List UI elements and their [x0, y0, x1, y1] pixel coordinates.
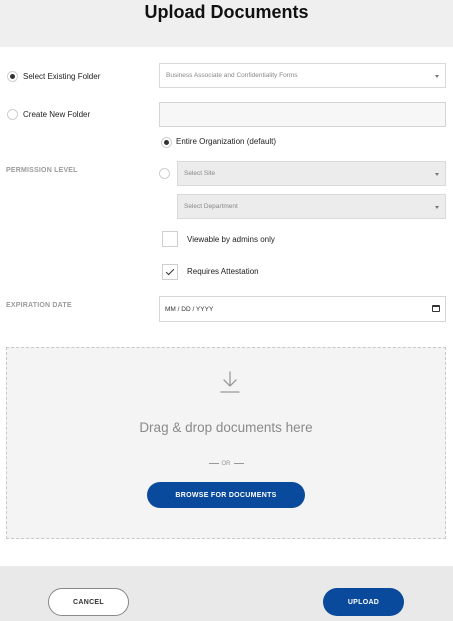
create-new-folder-label: Create New Folder — [23, 110, 91, 119]
entire-organization-label: Entire Organization (default) — [176, 137, 277, 146]
permission-level-heading: PERMISSION LEVEL — [6, 167, 78, 174]
browse-documents-button[interactable]: BROWSE FOR DOCUMENTS — [147, 482, 305, 508]
department-select-placeholder: Select Department — [184, 203, 238, 210]
requires-attestation-checkbox[interactable] — [162, 264, 178, 280]
caret-down-icon — [435, 74, 439, 78]
expiration-date-placeholder: MM / DD / YYYY — [165, 305, 214, 313]
dialog-footer: CANCEL UPLOAD — [0, 566, 453, 621]
or-divider: OR — [7, 461, 445, 467]
upload-button[interactable]: UPLOAD — [323, 588, 404, 616]
site-department-radio[interactable] — [159, 168, 170, 179]
department-select[interactable]: Select Department — [177, 194, 446, 219]
cancel-button[interactable]: CANCEL — [48, 588, 129, 616]
entire-organization-radio[interactable] — [161, 137, 172, 148]
existing-folder-value: Business Associate and Confidentiality F… — [166, 72, 298, 79]
admins-only-checkbox[interactable] — [162, 231, 178, 247]
calendar-icon[interactable] — [432, 305, 440, 312]
caret-down-icon — [435, 205, 439, 209]
admins-only-label: Viewable by admins only — [187, 235, 275, 244]
dialog-header: Upload Documents — [0, 0, 453, 47]
caret-down-icon — [435, 172, 439, 176]
expiration-date-input[interactable]: MM / DD / YYYY — [159, 296, 446, 322]
expiration-date-heading: EXPIRATION DATE — [6, 302, 72, 309]
checkmark-icon — [165, 266, 175, 276]
dialog-title: Upload Documents — [144, 2, 309, 22]
select-existing-folder-radio[interactable] — [7, 71, 18, 82]
existing-folder-select[interactable]: Business Associate and Confidentiality F… — [159, 63, 446, 88]
or-text: OR — [221, 461, 231, 467]
dropzone-text: Drag & drop documents here — [139, 420, 313, 435]
create-new-folder-radio[interactable] — [7, 109, 18, 120]
new-folder-input[interactable] — [159, 102, 446, 127]
site-select-placeholder: Select Site — [184, 170, 216, 177]
select-existing-folder-label: Select Existing Folder — [23, 72, 101, 81]
document-dropzone[interactable]: Drag & drop documents here OR BROWSE FOR… — [6, 347, 446, 539]
download-icon — [220, 371, 240, 393]
site-select[interactable]: Select Site — [177, 161, 446, 186]
requires-attestation-label: Requires Attestation — [187, 267, 259, 276]
